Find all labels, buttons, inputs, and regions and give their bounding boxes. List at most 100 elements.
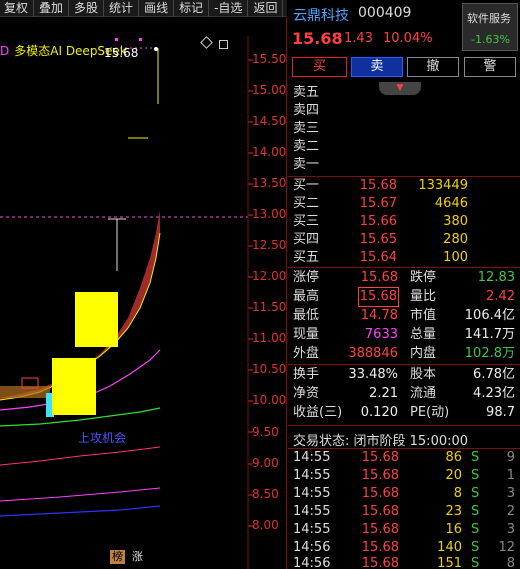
toolbar-remove-watchlist[interactable]: -自选 <box>209 0 249 17</box>
bid-volume: 100 <box>443 250 468 265</box>
bid-price: 15.66 <box>359 214 397 229</box>
tick-side: S <box>471 556 480 569</box>
ask-row[interactable]: 卖三 <box>288 120 520 138</box>
y-axis-label: 9.00 <box>252 456 279 470</box>
ask-label: 卖一 <box>293 157 320 172</box>
stat-market-cap: 市值 106.4亿 <box>410 307 515 325</box>
tick-time: 14:55 <box>293 450 331 465</box>
toolbar-statistics[interactable]: 统计 <box>104 0 140 17</box>
ask-row[interactable]: 卖二 <box>288 138 520 156</box>
bid-row[interactable]: 买五 15.64 100 <box>288 249 520 267</box>
sell-button[interactable]: 卖 <box>351 57 403 77</box>
bid-volume: 4646 <box>434 196 468 211</box>
stat-key: 涨停 <box>293 270 320 285</box>
toolbar-draw-line[interactable]: 画线 <box>139 0 175 17</box>
tick-row[interactable]: 14:55 15.68 23 S 2 <box>288 503 520 521</box>
stat-value: 33.48% <box>348 367 398 382</box>
stock-name[interactable]: 云鼎科技 <box>293 5 349 25</box>
stat-key: 总量 <box>410 327 437 342</box>
tick-price: 15.68 <box>361 468 399 483</box>
high-price-marker: 15.68 <box>104 46 139 60</box>
ask-row[interactable]: 卖四 <box>288 102 520 120</box>
tick-count: 3 <box>506 486 515 501</box>
stat-net-assets: 净资 2.21 <box>293 385 398 403</box>
limit-up-tag[interactable]: 涨 <box>130 550 145 564</box>
stat-key: 股本 <box>410 367 437 382</box>
tick-qty: 86 <box>445 450 462 465</box>
toolbar-multi-stock[interactable]: 多股 <box>69 0 105 17</box>
toolbar-restore-rights[interactable]: 复权 <box>0 0 35 17</box>
stat-eps: 收益(三) 0.120 <box>293 404 398 422</box>
stat-low: 最低 14.78 <box>293 307 398 325</box>
y-axis-label: 12.50 <box>252 238 287 252</box>
bid-row[interactable]: 买一 15.68 133449 <box>288 177 520 195</box>
stat-turnover: 换手 33.48% <box>293 366 398 384</box>
stat-value: 15.68 <box>357 287 400 307</box>
y-axis-label: 12.00 <box>252 269 287 283</box>
y-axis-label: 8.50 <box>252 487 279 501</box>
tick-qty: 151 <box>437 556 462 569</box>
tick-time: 14:55 <box>293 522 331 537</box>
stat-limit-down: 跌停 12.83 <box>410 269 515 287</box>
toolbar-mark[interactable]: 标记 <box>174 0 210 17</box>
stat-limit-up: 涨停 15.68 <box>293 269 398 287</box>
tick-side: S <box>471 522 480 537</box>
stat-value: 98.7 <box>486 405 515 420</box>
kline-canvas <box>0 36 253 569</box>
bid-label: 买一 <box>293 178 320 193</box>
quote-panel: 云鼎科技 000409 软件服务 -1.63% 15.68 1.43 10.04… <box>288 0 520 569</box>
tick-qty: 23 <box>445 504 462 519</box>
stat-float-shares: 流通 4.23亿 <box>410 385 515 403</box>
bid-row[interactable]: 买三 15.66 380 <box>288 213 520 231</box>
bid-label: 买五 <box>293 250 320 265</box>
stat-value: 102.8万 <box>464 346 515 361</box>
bid-price: 15.67 <box>359 196 397 211</box>
current-price: 15.68 <box>292 29 343 48</box>
stat-key: 最低 <box>293 308 320 323</box>
stat-key: 现量 <box>293 327 320 342</box>
tick-time: 14:56 <box>293 556 331 569</box>
divider <box>288 364 520 365</box>
stat-key: 外盘 <box>293 346 320 361</box>
ask-row[interactable]: 卖五 <box>288 84 520 102</box>
sector-box[interactable]: 软件服务 -1.63% <box>462 3 518 51</box>
toolbar-back[interactable]: 返回 <box>248 0 284 17</box>
opportunity-label: 上攻机会 <box>78 431 127 445</box>
tick-row[interactable]: 14:55 15.68 8 S 3 <box>288 485 520 503</box>
stat-high: 最高 15.68 <box>293 287 400 307</box>
buy-button[interactable]: 买 <box>292 57 347 77</box>
tick-price: 15.68 <box>361 556 399 569</box>
tick-side: S <box>471 504 480 519</box>
tick-row[interactable]: 14:55 15.68 20 S 1 <box>288 467 520 485</box>
bid-label: 买二 <box>293 196 320 211</box>
cancel-order-button[interactable]: 撤 <box>407 57 459 77</box>
y-axis-label: 10.00 <box>252 393 287 407</box>
stat-value: 4.23亿 <box>473 386 515 401</box>
tick-count: 8 <box>506 556 515 569</box>
stat-outer-volume: 外盘 388846 <box>293 345 398 363</box>
tick-price: 15.68 <box>361 450 399 465</box>
bid-row[interactable]: 买二 15.67 4646 <box>288 195 520 213</box>
kline-chart[interactable]: D 多模态AI DeepSeek 15.68 上攻机会 榜 涨 15.50 15.… <box>0 18 287 569</box>
stock-code: 000409 <box>358 5 412 21</box>
tick-count: 1 <box>506 468 515 483</box>
tick-time: 14:55 <box>293 486 331 501</box>
y-axis-label: 13.00 <box>252 207 287 221</box>
tick-row[interactable]: 14:55 15.68 86 S 9 <box>288 449 520 467</box>
stat-key: 流通 <box>410 386 437 401</box>
price-alert-button[interactable]: 警 <box>464 57 516 77</box>
y-axis-label: 9.50 <box>252 425 279 439</box>
stat-key: 最高 <box>293 289 320 304</box>
chart-toolbar: 复权 叠加 多股 统计 画线 标记 -自选 返回 <box>0 0 287 17</box>
tick-row[interactable]: 14:56 15.68 151 S 8 <box>288 555 520 569</box>
tick-row[interactable]: 14:55 15.68 16 S 3 <box>288 521 520 539</box>
ask-row[interactable]: 卖一 <box>288 156 520 174</box>
toolbar-overlay[interactable]: 叠加 <box>34 0 70 17</box>
bid-row[interactable]: 买四 15.65 280 <box>288 231 520 249</box>
tick-count: 9 <box>506 450 515 465</box>
rank-tag[interactable]: 榜 <box>110 550 125 564</box>
price-change-pct: 10.04% <box>383 31 433 46</box>
stat-value: 0.120 <box>360 405 398 420</box>
ma-line-purple <box>0 487 161 502</box>
square-icon[interactable] <box>219 40 228 49</box>
